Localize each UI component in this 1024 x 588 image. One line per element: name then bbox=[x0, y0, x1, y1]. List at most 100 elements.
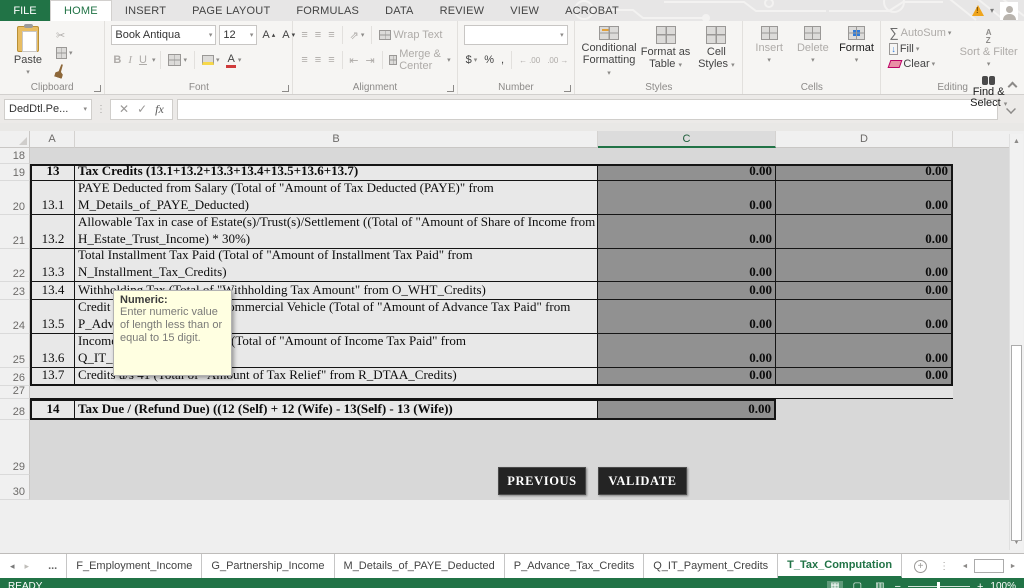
column-header-c[interactable]: C bbox=[598, 131, 776, 148]
underline-button[interactable]: U bbox=[137, 53, 149, 67]
cell-d22[interactable]: 0.00 bbox=[776, 249, 953, 282]
tab-formulas[interactable]: FORMULAS bbox=[283, 0, 372, 21]
orientation-button[interactable]: ⇗▾ bbox=[348, 28, 367, 43]
row-header-18[interactable]: 18 bbox=[0, 148, 30, 164]
cell-c23[interactable]: 0.00 bbox=[598, 282, 776, 300]
row-header-26[interactable]: 26 bbox=[0, 368, 30, 386]
row-header-22[interactable]: 22 bbox=[0, 249, 30, 282]
delete-cells-button[interactable]: Delete▾ bbox=[793, 24, 833, 80]
cell-c24[interactable]: 0.00 bbox=[598, 300, 776, 334]
empty-row-27[interactable] bbox=[30, 386, 953, 399]
sheet-tab-overflow[interactable]: ... bbox=[39, 554, 67, 578]
cell-d26[interactable]: 0.00 bbox=[776, 368, 953, 386]
horizontal-scrollbar[interactable]: ◄ ► bbox=[954, 554, 1024, 578]
cell-a28[interactable]: 14 bbox=[30, 399, 75, 420]
cell-a19[interactable]: 13 bbox=[30, 164, 75, 181]
sheet-tab-p_advance_tax_credits[interactable]: P_Advance_Tax_Credits bbox=[505, 554, 644, 578]
page-layout-view-icon[interactable]: ▢ bbox=[850, 581, 865, 588]
number-dialog-launcher[interactable] bbox=[564, 85, 571, 92]
row-header-30[interactable]: 30 bbox=[0, 475, 30, 500]
fill-color-button[interactable]: ▾ bbox=[200, 54, 222, 66]
insert-cells-button[interactable]: Insert▾ bbox=[749, 24, 789, 80]
cell-c20[interactable]: 0.00 bbox=[598, 181, 776, 215]
paste-button[interactable]: Paste ▾ bbox=[6, 24, 50, 80]
align-bottom-button[interactable]: ≡ bbox=[326, 28, 336, 42]
bold-button[interactable]: B bbox=[111, 53, 123, 67]
cell-b19[interactable]: Tax Credits (13.1+13.2+13.3+13.4+13.5+13… bbox=[75, 164, 598, 181]
clear-button[interactable]: Clear▾ bbox=[887, 57, 953, 71]
cell-d20[interactable]: 0.00 bbox=[776, 181, 953, 215]
tab-insert[interactable]: INSERT bbox=[112, 0, 179, 21]
row-header-29[interactable]: 29 bbox=[0, 420, 30, 475]
scroll-left-icon[interactable]: ◄ bbox=[958, 559, 972, 573]
fill-button[interactable]: ↓Fill▾ bbox=[887, 42, 953, 56]
warning-caret-icon[interactable]: ▾ bbox=[990, 6, 994, 15]
zoom-slider[interactable] bbox=[908, 586, 970, 587]
grow-font-button[interactable]: A▴ bbox=[260, 28, 277, 42]
cell-c19[interactable]: 0.00 bbox=[598, 164, 776, 181]
cell-a25[interactable]: 13.6 bbox=[30, 334, 75, 368]
new-sheet-button[interactable]: + bbox=[902, 554, 939, 578]
cell-a20[interactable]: 13.1 bbox=[30, 181, 75, 215]
row-header-24[interactable]: 24 bbox=[0, 300, 30, 334]
tab-view[interactable]: VIEW bbox=[497, 0, 552, 21]
row-header-27[interactable]: 27 bbox=[0, 386, 30, 399]
cell-a21[interactable]: 13.2 bbox=[30, 215, 75, 249]
row-header-21[interactable]: 21 bbox=[0, 215, 30, 249]
page-break-view-icon[interactable]: ▥ bbox=[872, 581, 887, 588]
namebox-resize-handle[interactable]: ⋮ bbox=[96, 104, 106, 115]
cell-a22[interactable]: 13.3 bbox=[30, 249, 75, 282]
enter-formula-icon[interactable]: ✓ bbox=[137, 102, 147, 116]
vertical-scroll-thumb[interactable] bbox=[1011, 345, 1022, 541]
zoom-out-icon[interactable]: − bbox=[895, 581, 901, 588]
warning-icon[interactable] bbox=[972, 5, 984, 16]
currency-button[interactable]: $▾ bbox=[464, 53, 480, 67]
empty-row-18[interactable] bbox=[30, 148, 953, 164]
sheet-nav-left-icon[interactable]: ◂ bbox=[10, 561, 15, 572]
cell-b20[interactable]: PAYE Deducted from Salary (Total of "Amo… bbox=[75, 181, 598, 215]
previous-button[interactable]: PREVIOUS bbox=[498, 467, 586, 495]
number-format-select[interactable]: ▾ bbox=[464, 25, 568, 45]
row-header-25[interactable]: 25 bbox=[0, 334, 30, 368]
font-color-button[interactable]: A▾ bbox=[224, 52, 243, 69]
column-header-b[interactable]: B bbox=[75, 131, 598, 148]
validate-button[interactable]: VALIDATE bbox=[598, 467, 687, 495]
row-header-23[interactable]: 23 bbox=[0, 282, 30, 300]
row-header-19[interactable]: 19 bbox=[0, 164, 30, 181]
align-right-button[interactable]: ≡ bbox=[326, 53, 336, 67]
cell-b28[interactable]: Tax Due / (Refund Due) ((12 (Self) + 12 … bbox=[75, 399, 598, 420]
tab-acrobat[interactable]: ACROBAT bbox=[552, 0, 632, 21]
sheet-tab-t_tax_computation[interactable]: T_Tax_Computation bbox=[778, 554, 902, 578]
cell-a24[interactable]: 13.5 bbox=[30, 300, 75, 334]
cell-d25[interactable]: 0.00 bbox=[776, 334, 953, 368]
sheet-nav-right-icon[interactable]: ▸ bbox=[25, 561, 30, 572]
align-middle-button[interactable]: ≡ bbox=[313, 28, 323, 42]
alignment-dialog-launcher[interactable] bbox=[447, 85, 454, 92]
cell-c26[interactable]: 0.00 bbox=[598, 368, 776, 386]
tab-file[interactable]: FILE bbox=[0, 0, 50, 21]
empty-row-29[interactable] bbox=[30, 420, 953, 475]
sheet-tab-q_it_payment_credits[interactable]: Q_IT_Payment_Credits bbox=[644, 554, 778, 578]
select-all-corner[interactable] bbox=[0, 131, 30, 148]
tab-data[interactable]: DATA bbox=[372, 0, 427, 21]
italic-button[interactable]: I bbox=[126, 53, 134, 67]
increase-indent-button[interactable]: ⇥ bbox=[363, 53, 376, 68]
font-name-select[interactable]: Book Antiqua▾ bbox=[111, 25, 216, 45]
cell-d24[interactable]: 0.00 bbox=[776, 300, 953, 334]
sheet-tab-f_employment_income[interactable]: F_Employment_Income bbox=[67, 554, 202, 578]
user-avatar[interactable] bbox=[1000, 2, 1018, 20]
scroll-right-icon[interactable]: ► bbox=[1006, 559, 1020, 573]
format-as-table-button[interactable]: Format as Table ▾ bbox=[641, 24, 691, 80]
column-header-d[interactable]: D bbox=[776, 131, 953, 148]
name-box[interactable]: DedDtl.Pe...▾ bbox=[4, 99, 92, 120]
insert-function-icon[interactable]: fx bbox=[155, 102, 164, 117]
cell-c25[interactable]: 0.00 bbox=[598, 334, 776, 368]
conditional-formatting-button[interactable]: Conditional Formatting ▾ bbox=[581, 24, 636, 80]
empty-d28[interactable] bbox=[776, 399, 953, 420]
zoom-in-icon[interactable]: + bbox=[977, 581, 983, 588]
cell-b21[interactable]: Allowable Tax in case of Estate(s)/Trust… bbox=[75, 215, 598, 249]
copy-button[interactable]: ▾ bbox=[54, 46, 75, 60]
wrap-text-button[interactable]: Wrap Text bbox=[377, 28, 444, 42]
tab-page-layout[interactable]: PAGE LAYOUT bbox=[179, 0, 283, 21]
autosum-button[interactable]: ∑AutoSum▾ bbox=[887, 24, 953, 41]
